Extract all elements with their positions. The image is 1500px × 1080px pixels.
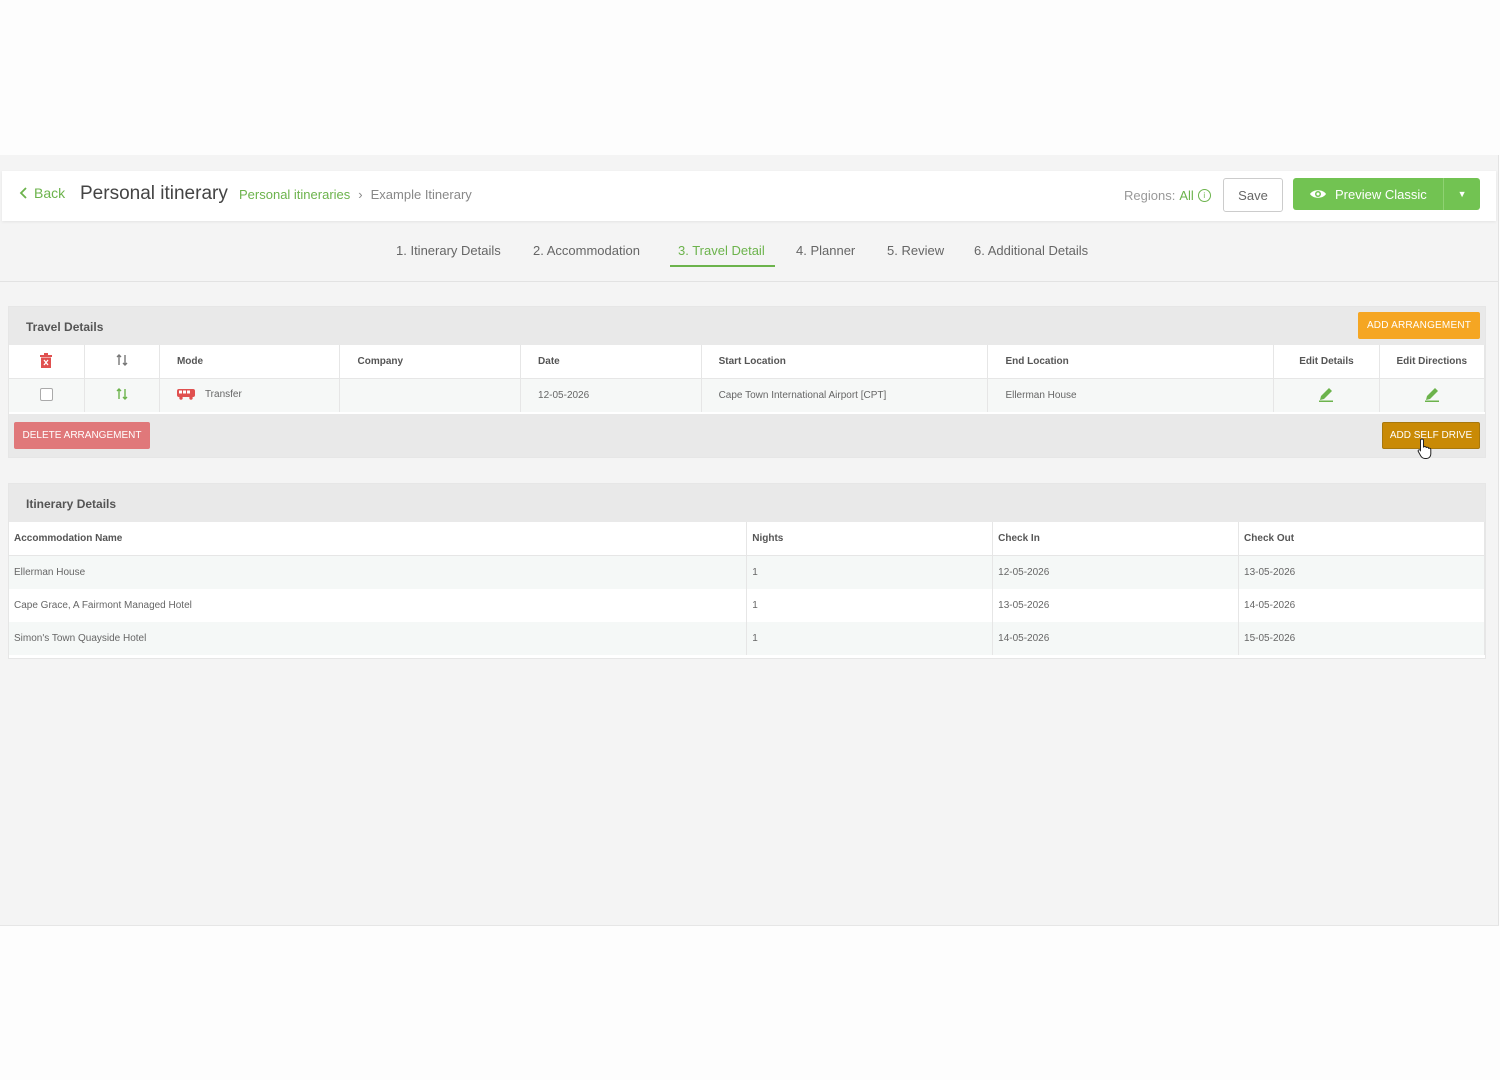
trash-icon[interactable] (40, 352, 53, 368)
travel-table: Mode Company Date Start Location End Loc… (9, 345, 1486, 412)
row-end-location-cell: Ellerman House (987, 378, 1275, 412)
page-title: Personal itinerary (80, 183, 228, 204)
back-label: Back (34, 185, 66, 201)
breadcrumb-current: Example Itinerary (370, 187, 472, 202)
row-checkbox[interactable] (39, 387, 53, 401)
delete-arrangement-button[interactable]: DELETE ARRANGEMENT (14, 422, 150, 449)
column-date: Date (520, 345, 702, 379)
preview-classic-button[interactable]: Preview Classic ▼ (1293, 178, 1480, 210)
travel-actions-bar: DELETE ARRANGEMENT ADD SELF DRIVE (9, 414, 1485, 457)
check-in-cell: 12-05-2026 (992, 555, 1240, 589)
travel-details-header: Travel Details ADD ARRANGEMENT (9, 307, 1485, 345)
itinerary-table: Accommodation Name Nights Check In Check… (9, 522, 1485, 655)
top-bar: Back Personal itinerary Personal itinera… (2, 171, 1496, 221)
row-start-location-cell: Cape Town International Airport [CPT] (701, 378, 989, 412)
row-date-cell: 12-05-2026 (520, 378, 702, 412)
pencil-icon[interactable] (1318, 386, 1334, 402)
table-row: Simon's Town Quayside Hotel 1 14-05-2026… (9, 622, 1485, 655)
bus-icon (176, 388, 195, 400)
column-check-in: Check In (992, 522, 1240, 556)
row-edit-directions-cell (1379, 378, 1486, 412)
itinerary-details-header: Itinerary Details (9, 484, 1485, 522)
tab-accommodation[interactable]: 2. Accommodation (533, 243, 640, 258)
regions-value[interactable]: All (1179, 188, 1193, 203)
column-nights: Nights (746, 522, 994, 556)
preview-main[interactable]: Preview Classic (1293, 187, 1443, 202)
nights-cell: 1 (746, 622, 994, 655)
breadcrumb: Personal itineraries › Example Itinerary (239, 187, 472, 202)
tab-itinerary-details[interactable]: 1. Itinerary Details (396, 243, 501, 258)
table-row: Transfer 12-05-2026 Cape Town Internatio… (9, 378, 1486, 412)
nights-cell: 1 (746, 589, 994, 622)
save-button[interactable]: Save (1223, 178, 1283, 212)
chevron-left-icon (19, 187, 27, 199)
eye-icon (1310, 190, 1326, 198)
tab-additional-details[interactable]: 6. Additional Details (974, 243, 1088, 258)
column-mode: Mode (159, 345, 341, 379)
info-icon[interactable]: i (1197, 189, 1211, 202)
nights-cell: 1 (746, 555, 994, 589)
column-start-location: Start Location (701, 345, 989, 379)
step-tabs: 1. Itinerary Details 2. Accommodation 3.… (0, 227, 1498, 282)
itinerary-details-title: Itinerary Details (26, 497, 117, 511)
mode-label: Transfer (204, 388, 242, 400)
caret-down-icon[interactable]: ▼ (1443, 178, 1480, 210)
check-out-cell: 13-05-2026 (1238, 555, 1485, 589)
tab-planner[interactable]: 4. Planner (796, 243, 855, 258)
pencil-icon[interactable] (1424, 386, 1440, 402)
row-select-cell (9, 378, 85, 412)
travel-details-panel: Travel Details ADD ARRANGEMENT Mode Comp… (8, 306, 1486, 458)
check-in-cell: 14-05-2026 (992, 622, 1240, 655)
row-sort-cell (84, 378, 160, 412)
check-in-cell: 13-05-2026 (992, 589, 1240, 622)
regions-label: Regions: (1124, 188, 1176, 203)
itinerary-details-panel: Itinerary Details Accommodation Name Nig… (8, 483, 1486, 659)
check-out-cell: 15-05-2026 (1238, 622, 1485, 655)
row-mode-cell: Transfer (159, 378, 341, 412)
accommodation-name-cell: Cape Grace, A Fairmont Managed Hotel (9, 589, 748, 622)
app-window: Back Personal itinerary Personal itinera… (0, 155, 1499, 926)
tab-travel-detail[interactable]: 3. Travel Detail (678, 243, 765, 258)
column-accommodation-name: Accommodation Name (9, 522, 748, 556)
column-edit-details: Edit Details (1273, 345, 1380, 379)
chevron-right-icon: › (358, 187, 363, 202)
check-out-cell: 14-05-2026 (1238, 589, 1485, 622)
delete-column-header (9, 345, 85, 379)
column-company: Company (339, 345, 522, 379)
regions-filter[interactable]: Regions: All i (1124, 188, 1211, 203)
travel-details-title: Travel Details (26, 320, 104, 334)
table-row: Ellerman House 1 12-05-2026 13-05-2026 (9, 555, 1485, 589)
add-arrangement-button[interactable]: ADD ARRANGEMENT (1358, 312, 1480, 339)
column-check-out: Check Out (1238, 522, 1485, 556)
table-row: Cape Grace, A Fairmont Managed Hotel 1 1… (9, 589, 1485, 622)
drag-sort-icon[interactable] (116, 388, 128, 400)
sort-column-header (84, 345, 160, 379)
preview-label: Preview Classic (1335, 186, 1427, 202)
column-end-location: End Location (987, 345, 1275, 379)
back-link[interactable]: Back (18, 185, 65, 201)
tab-review[interactable]: 5. Review (887, 243, 944, 258)
accommodation-name-cell: Simon's Town Quayside Hotel (9, 622, 748, 655)
breadcrumb-personal-itineraries[interactable]: Personal itineraries (239, 187, 350, 202)
accommodation-name-cell: Ellerman House (9, 555, 748, 589)
active-tab-indicator (670, 265, 775, 267)
row-edit-details-cell (1273, 378, 1380, 412)
hand-cursor-icon (1417, 438, 1432, 459)
column-edit-directions: Edit Directions (1379, 345, 1486, 379)
sort-icon[interactable] (116, 354, 128, 366)
row-company-cell (339, 378, 522, 412)
